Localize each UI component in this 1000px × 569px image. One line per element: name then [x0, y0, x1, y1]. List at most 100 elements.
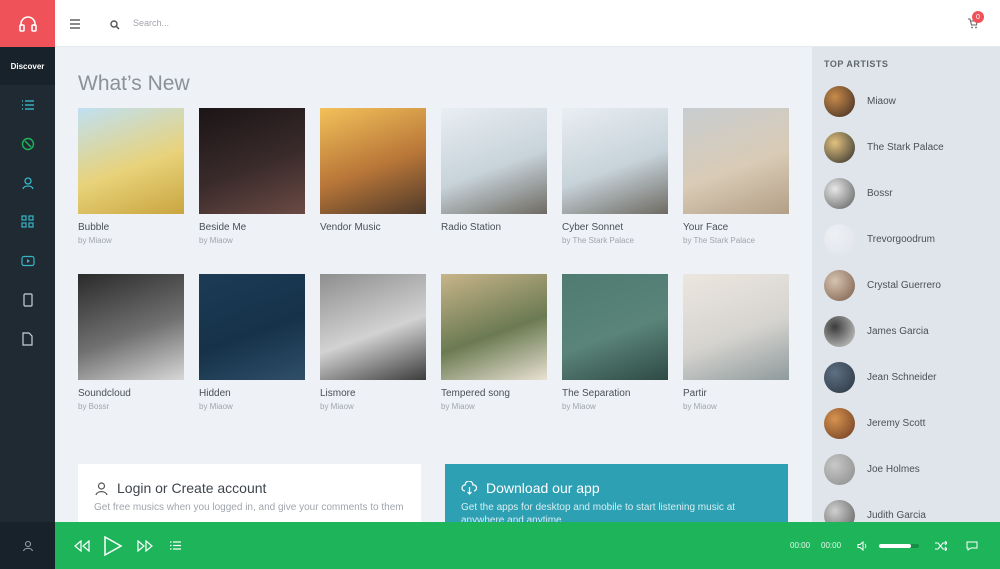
album-cover[interactable] — [441, 274, 547, 380]
nav-video[interactable] — [0, 241, 55, 280]
album-card[interactable]: Vendor Music — [320, 108, 426, 246]
artist-name[interactable]: Bossr — [867, 188, 893, 199]
avatar[interactable] — [824, 453, 855, 485]
album-card[interactable]: Radio Station — [441, 108, 547, 246]
album-artist[interactable]: by Miaow — [199, 236, 305, 246]
album-cover[interactable] — [78, 108, 184, 214]
album-artist[interactable]: by Miaow — [320, 402, 426, 412]
album-artist[interactable]: by Bossr — [78, 402, 184, 412]
album-card[interactable]: Beside Me by Miaow — [199, 108, 305, 246]
album-title[interactable]: Lismore — [320, 388, 426, 399]
avatar[interactable] — [824, 499, 855, 522]
album-title[interactable]: Bubble — [78, 222, 184, 233]
album-artist[interactable] — [320, 236, 426, 246]
artist-list-item[interactable]: Crystal Guerrero — [824, 269, 994, 301]
nav-discover[interactable]: Discover — [0, 47, 55, 85]
album-title[interactable]: The Separation — [562, 388, 668, 399]
album-artist[interactable]: by Miaow — [683, 402, 789, 412]
nav-genres[interactable] — [0, 124, 55, 163]
chat-button[interactable] — [966, 522, 978, 569]
artist-name[interactable]: Judith Garcia — [867, 510, 926, 521]
album-cover[interactable] — [199, 108, 305, 214]
artist-name[interactable]: Trevorgoodrum — [867, 234, 935, 245]
volume-button[interactable] — [857, 522, 869, 569]
artist-name[interactable]: Jean Schneider — [867, 372, 937, 383]
album-title[interactable]: Hidden — [199, 388, 305, 399]
avatar[interactable] — [824, 269, 855, 301]
artist-list-item[interactable]: Bossr — [824, 177, 994, 209]
album-cover[interactable] — [683, 108, 789, 214]
profile-button[interactable] — [0, 522, 55, 569]
next-button[interactable] — [137, 522, 153, 569]
album-card[interactable]: Partir by Miaow — [683, 274, 789, 412]
avatar[interactable] — [824, 361, 855, 393]
album-artist[interactable]: by Miaow — [199, 402, 305, 412]
play-button[interactable] — [103, 522, 123, 569]
album-cover[interactable] — [320, 274, 426, 380]
album-artist[interactable]: by The Stark Palace — [683, 236, 789, 246]
album-artist[interactable] — [441, 236, 547, 246]
playlist-button[interactable] — [170, 522, 181, 569]
artist-list-item[interactable]: Jeremy Scott — [824, 407, 994, 439]
album-cover[interactable] — [562, 108, 668, 214]
avatar[interactable] — [824, 177, 855, 209]
album-card[interactable]: Cyber Sonnet by The Stark Palace — [562, 108, 668, 246]
artist-list-item[interactable]: Judith Garcia — [824, 499, 994, 522]
avatar[interactable] — [824, 315, 855, 347]
download-panel[interactable]: Download our app Get the apps for deskto… — [445, 464, 788, 522]
avatar[interactable] — [824, 223, 855, 255]
album-title[interactable]: Soundcloud — [78, 388, 184, 399]
album-title[interactable]: Partir — [683, 388, 789, 399]
nav-mobile[interactable] — [0, 280, 55, 319]
album-card[interactable]: Lismore by Miaow — [320, 274, 426, 412]
album-cover[interactable] — [562, 274, 668, 380]
avatar[interactable] — [824, 85, 855, 117]
artist-name[interactable]: Crystal Guerrero — [867, 280, 941, 291]
artist-name[interactable]: The Stark Palace — [867, 142, 944, 153]
album-card[interactable]: Bubble by Miaow — [78, 108, 184, 246]
album-title[interactable]: Cyber Sonnet — [562, 222, 668, 233]
nav-document[interactable] — [0, 319, 55, 358]
album-card[interactable]: Your Face by The Stark Palace — [683, 108, 789, 246]
album-card[interactable]: Tempered song by Miaow — [441, 274, 547, 412]
artist-name[interactable]: Jeremy Scott — [867, 418, 925, 429]
avatar[interactable] — [824, 407, 855, 439]
album-artist[interactable]: by Miaow — [78, 236, 184, 246]
album-artist[interactable]: by The Stark Palace — [562, 236, 668, 246]
logo[interactable] — [0, 0, 55, 47]
album-cover[interactable] — [199, 274, 305, 380]
album-title[interactable]: Vendor Music — [320, 222, 426, 233]
nav-grid[interactable] — [0, 202, 55, 241]
album-cover[interactable] — [683, 274, 789, 380]
album-artist[interactable]: by Miaow — [441, 402, 547, 412]
login-panel[interactable]: Login or Create account Get free musics … — [78, 464, 421, 522]
artist-name[interactable]: Miaow — [867, 96, 896, 107]
album-title[interactable]: Radio Station — [441, 222, 547, 233]
album-cover[interactable] — [78, 274, 184, 380]
album-title[interactable]: Your Face — [683, 222, 789, 233]
artist-name[interactable]: James Garcia — [867, 326, 929, 337]
album-card[interactable]: The Separation by Miaow — [562, 274, 668, 412]
album-cover[interactable] — [441, 108, 547, 214]
album-card[interactable]: Hidden by Miaow — [199, 274, 305, 412]
artist-list-item[interactable]: Jean Schneider — [824, 361, 994, 393]
artist-list-item[interactable]: The Stark Palace — [824, 131, 994, 163]
album-title[interactable]: Beside Me — [199, 222, 305, 233]
shuffle-button[interactable] — [935, 522, 947, 569]
album-artist[interactable]: by Miaow — [562, 402, 668, 412]
search-input[interactable] — [133, 13, 433, 33]
nav-artists[interactable] — [0, 163, 55, 202]
album-card[interactable]: Soundcloud by Bossr — [78, 274, 184, 412]
artist-list-item[interactable]: Trevorgoodrum — [824, 223, 994, 255]
avatar[interactable] — [824, 131, 855, 163]
volume-slider[interactable] — [879, 544, 919, 548]
artist-list-item[interactable]: James Garcia — [824, 315, 994, 347]
menu-toggle[interactable] — [69, 16, 81, 34]
album-title[interactable]: Tempered song — [441, 388, 547, 399]
artist-name[interactable]: Joe Holmes — [867, 464, 920, 475]
artist-list-item[interactable]: Joe Holmes — [824, 453, 994, 485]
nav-list[interactable] — [0, 85, 55, 124]
album-cover[interactable] — [320, 108, 426, 214]
previous-button[interactable] — [74, 522, 90, 569]
artist-list-item[interactable]: Miaow — [824, 85, 994, 117]
